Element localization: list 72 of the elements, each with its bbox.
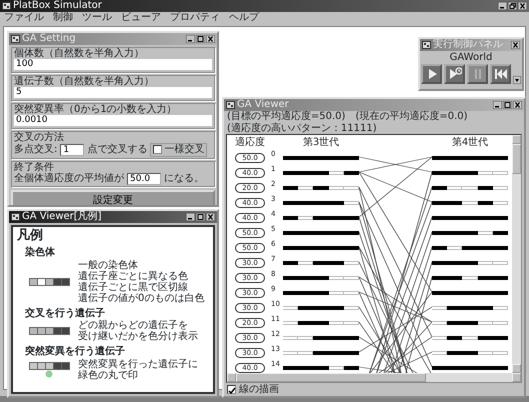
- close-button[interactable]: [206, 35, 215, 43]
- maximize-button[interactable]: [196, 35, 205, 43]
- horizontal-scrollbar[interactable]: [227, 373, 521, 382]
- close-button[interactable]: [511, 41, 520, 49]
- window-title: 実行制御パネル: [433, 39, 504, 51]
- play-timer-icon: [448, 66, 462, 80]
- maximize-button[interactable]: [503, 101, 512, 109]
- field-label: 点で交叉する: [87, 144, 148, 156]
- section-title: 交叉を行う遺伝子: [25, 308, 106, 319]
- play-button[interactable]: [421, 64, 442, 84]
- app-icon: [2, 2, 11, 10]
- window-title: GA Viewer[凡例]: [22, 211, 103, 223]
- menu-item[interactable]: ヘルプ: [229, 12, 259, 24]
- chromosome-swatch-drawing: [29, 278, 70, 286]
- app-icon: [226, 101, 235, 109]
- app-icon: [422, 41, 431, 49]
- vertical-scrollbar[interactable]: [512, 135, 521, 373]
- menu-item[interactable]: プロパティ: [170, 12, 220, 24]
- legend-heading: 凡例: [17, 228, 44, 243]
- chromosome-swatch-drawing: [29, 362, 70, 378]
- section-title: 突然変異を行う遺伝子: [25, 346, 126, 358]
- window-title: PlatBox Simulator: [13, 0, 103, 12]
- chromosome-swatch-drawing: [29, 327, 70, 335]
- status-text: (目標の平均適応度=50.0): [227, 111, 346, 122]
- menu-item[interactable]: 制御: [53, 12, 73, 24]
- window-title: GA Setting: [22, 33, 77, 45]
- close-button[interactable]: [513, 101, 522, 109]
- minimize-button[interactable]: [186, 213, 195, 221]
- rewind-button[interactable]: [490, 64, 511, 84]
- legend-description: どの親からどの遺伝子を 受け継いだかを色分け表示: [78, 320, 198, 342]
- group-label: 突然変異率（0から1の小数を入力）: [14, 104, 178, 115]
- minimize-button[interactable]: [498, 2, 507, 10]
- app-icon: [11, 213, 20, 221]
- window-title: GA Viewer: [237, 99, 290, 110]
- column-heading: 第4世代: [450, 136, 490, 148]
- minimize-button[interactable]: [186, 35, 195, 43]
- close-button[interactable]: [206, 213, 215, 221]
- group-label: 交叉の方法: [14, 132, 65, 143]
- legend-description: 突然変異を行った遺伝子に 緑色の丸で印: [78, 358, 198, 380]
- input-field[interactable]: 1: [60, 144, 84, 156]
- input-field[interactable]: 50.0: [127, 172, 161, 184]
- dropdown-button[interactable]: [513, 76, 521, 84]
- group-label: 終了条件: [14, 162, 54, 172]
- group-label: 個体数（自然数を半角入力）: [14, 48, 145, 59]
- timed-play-button[interactable]: [444, 64, 465, 84]
- apply-button[interactable]: 設定変更: [11, 190, 215, 205]
- menu-item[interactable]: ファイル: [4, 12, 44, 24]
- input-field[interactable]: 0.0010: [14, 115, 212, 126]
- menu-item[interactable]: ビューア: [121, 12, 161, 24]
- uniform-checkbox[interactable]: 一様交叉: [150, 143, 208, 156]
- status-text: (適応度の高いパターン：11111): [227, 122, 377, 134]
- world-name: GAWorld: [450, 52, 492, 64]
- input-field[interactable]: 5: [14, 87, 212, 98]
- field-label: になる。: [164, 172, 204, 184]
- input-field[interactable]: 100: [14, 59, 212, 70]
- maximize-button[interactable]: [196, 213, 205, 221]
- field-label: 多点交叉:: [14, 144, 58, 156]
- minimize-button[interactable]: [493, 101, 502, 109]
- draw-lines-checkbox[interactable]: 線の描画: [224, 383, 282, 396]
- legend-description: 一般の染色体 遺伝子座ごとに異なる色 遺伝子ごとに黒で区切線 遺伝子の値が0のものは白色: [78, 260, 204, 304]
- menu-item[interactable]: ツール: [82, 12, 112, 24]
- group-label: 遺伝子数（自然数を半角入力）: [14, 76, 155, 87]
- section-title: 染色体: [25, 247, 56, 258]
- close-button[interactable]: [518, 2, 527, 10]
- restore-button[interactable]: [508, 2, 517, 10]
- check-icon: [228, 387, 236, 396]
- rewind-icon: [494, 66, 508, 80]
- column-heading: 第3世代: [302, 136, 340, 148]
- status-text: (現在の平均適応度=0.0): [355, 111, 468, 122]
- field-label: 全個体適応度の平均値が: [14, 172, 124, 184]
- app-icon: [11, 35, 20, 43]
- column-heading: 適応度: [235, 136, 266, 148]
